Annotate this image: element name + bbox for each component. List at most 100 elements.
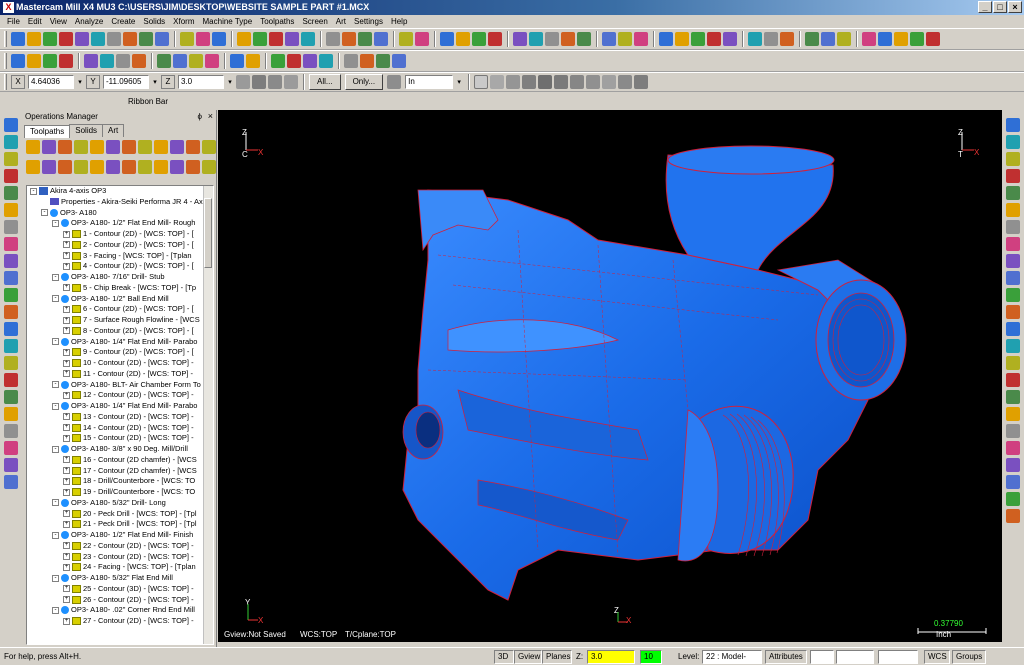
menu-edit[interactable]: Edit bbox=[24, 15, 46, 28]
select-all-button[interactable]: All... bbox=[309, 74, 341, 90]
mru-tool-icon[interactable] bbox=[1005, 203, 1020, 217]
operations-tool-icon[interactable] bbox=[90, 160, 104, 174]
menu-machine-type[interactable]: Machine Type bbox=[199, 15, 257, 28]
view-tool-icon[interactable] bbox=[3, 475, 18, 489]
toolbar-icon[interactable] bbox=[805, 32, 819, 46]
sketch-tool-icon[interactable] bbox=[116, 54, 130, 68]
tree-row[interactable]: - OP3- A180- 1/4" Flat End Mill- Parabo bbox=[27, 401, 203, 412]
toolbar-grip[interactable] bbox=[4, 31, 7, 47]
menu-view[interactable]: View bbox=[46, 15, 71, 28]
toolbar-icon[interactable] bbox=[91, 32, 105, 46]
expand-collapse-icon[interactable]: + bbox=[63, 488, 70, 496]
expand-collapse-icon[interactable]: - bbox=[52, 402, 59, 410]
mru-tool-icon[interactable] bbox=[1005, 152, 1020, 166]
mru-tool-icon[interactable] bbox=[1005, 186, 1020, 200]
verify-icon[interactable] bbox=[602, 75, 617, 89]
point-entry-icon[interactable] bbox=[268, 75, 282, 89]
tree-row[interactable]: +5 - Chip Break - [WCS: TOP] - [Tp bbox=[27, 283, 203, 294]
expand-collapse-icon[interactable]: - bbox=[52, 295, 59, 303]
view-tool-icon[interactable] bbox=[3, 424, 18, 438]
view-tool-icon[interactable] bbox=[3, 254, 18, 268]
tree-row[interactable]: +22 - Contour (2D) - [WCS: TOP] - bbox=[27, 541, 203, 552]
toolbar-icon[interactable] bbox=[59, 32, 73, 46]
tree-row[interactable]: +16 - Contour (2D chamfer) - [WCS bbox=[27, 455, 203, 466]
expand-collapse-icon[interactable]: + bbox=[63, 477, 70, 485]
sketch-tool-icon[interactable] bbox=[43, 54, 57, 68]
menu-settings[interactable]: Settings bbox=[350, 15, 387, 28]
select-arrow-icon[interactable] bbox=[490, 75, 505, 89]
color-selector[interactable]: 10 bbox=[640, 650, 662, 664]
expand-collapse-icon[interactable]: + bbox=[63, 424, 70, 432]
view-tool-icon[interactable] bbox=[3, 322, 18, 336]
menu-file[interactable]: File bbox=[3, 15, 24, 28]
chevron-down-icon[interactable]: ▾ bbox=[454, 78, 464, 86]
toolbar-icon[interactable] bbox=[862, 32, 876, 46]
sketch-tool-icon[interactable] bbox=[376, 54, 390, 68]
sketch-tool-icon[interactable] bbox=[84, 54, 98, 68]
view-tool-icon[interactable] bbox=[3, 339, 18, 353]
operations-tool-icon[interactable] bbox=[106, 140, 120, 154]
operations-tool-icon[interactable] bbox=[202, 140, 216, 154]
expand-collapse-icon[interactable]: + bbox=[63, 241, 70, 249]
expand-collapse-icon[interactable]: + bbox=[63, 370, 70, 378]
help-icon[interactable] bbox=[284, 75, 298, 89]
tree-row[interactable]: +12 - Contour (2D) - [WCS: TOP] - bbox=[27, 390, 203, 401]
line-width-select[interactable] bbox=[878, 650, 918, 664]
solid-select-icon[interactable] bbox=[522, 75, 537, 89]
tree-row[interactable]: - Akira 4-axis OP3 bbox=[27, 186, 203, 197]
toolbar-icon[interactable] bbox=[659, 32, 673, 46]
expand-collapse-icon[interactable]: + bbox=[63, 316, 70, 324]
tree-row[interactable]: +27 - Contour (2D) - [WCS: TOP] - bbox=[27, 616, 203, 627]
tree-row[interactable]: +2 - Contour (2D) - [WCS: TOP] - [ bbox=[27, 240, 203, 251]
tree-row[interactable]: +9 - Contour (2D) - [WCS: TOP] - [ bbox=[27, 347, 203, 358]
mastercam-app-icon[interactable]: X bbox=[3, 2, 14, 13]
expand-collapse-icon[interactable]: - bbox=[41, 209, 48, 217]
toolbar-icon[interactable] bbox=[894, 32, 908, 46]
tree-row[interactable]: - OP3- A180- 5/32" Flat End Mill bbox=[27, 573, 203, 584]
tree-row[interactable]: +7 - Surface Rough Flowline - [WCS bbox=[27, 315, 203, 326]
operations-tool-icon[interactable] bbox=[138, 140, 152, 154]
view-tool-icon[interactable] bbox=[3, 271, 18, 285]
tree-row[interactable]: - OP3- A180- 1/2" Flat End Mill- Finish bbox=[27, 530, 203, 541]
expand-collapse-icon[interactable]: - bbox=[52, 574, 59, 582]
expand-collapse-icon[interactable]: - bbox=[52, 381, 59, 389]
sketch-tool-icon[interactable] bbox=[319, 54, 333, 68]
toolbar-grip[interactable] bbox=[4, 53, 7, 69]
expand-collapse-icon[interactable]: + bbox=[63, 520, 70, 528]
tree-row[interactable]: +13 - Contour (2D) - [WCS: TOP] - bbox=[27, 412, 203, 423]
tree-row[interactable]: +25 - Contour (3D) - [WCS: TOP] - bbox=[27, 584, 203, 595]
mru-tool-icon[interactable] bbox=[1005, 254, 1020, 268]
sketch-tool-icon[interactable] bbox=[360, 54, 374, 68]
operations-tool-icon[interactable] bbox=[74, 160, 88, 174]
view-tool-icon[interactable] bbox=[3, 356, 18, 370]
mru-tool-icon[interactable] bbox=[1005, 475, 1020, 489]
sketch-tool-icon[interactable] bbox=[173, 54, 187, 68]
mru-tool-icon[interactable] bbox=[1005, 220, 1020, 234]
pin-icon[interactable]: ϕ bbox=[198, 110, 202, 123]
view-tool-icon[interactable] bbox=[3, 390, 18, 404]
tree-row[interactable]: +17 - Contour (2D chamfer) - [WCS bbox=[27, 466, 203, 477]
view-tool-icon[interactable] bbox=[3, 305, 18, 319]
restore-button[interactable]: □ bbox=[993, 1, 1007, 13]
operations-tool-icon[interactable] bbox=[90, 140, 104, 154]
edge-select-icon[interactable] bbox=[570, 75, 585, 89]
tree-row[interactable]: - OP3- A180- 7/16" Drill- Stub bbox=[27, 272, 203, 283]
operations-tool-icon[interactable] bbox=[26, 160, 40, 174]
toolbar-icon[interactable] bbox=[456, 32, 470, 46]
selection-mode-select[interactable]: In bbox=[405, 75, 454, 89]
sketch-tool-icon[interactable] bbox=[287, 54, 301, 68]
fast-point-icon[interactable] bbox=[236, 75, 250, 89]
expand-collapse-icon[interactable]: + bbox=[63, 391, 70, 399]
toolbar-icon[interactable] bbox=[374, 32, 388, 46]
tab-art[interactable]: Art bbox=[102, 124, 125, 137]
mru-tool-icon[interactable] bbox=[1005, 390, 1020, 404]
view-tool-icon[interactable] bbox=[3, 373, 18, 387]
toolbar-icon[interactable] bbox=[11, 32, 25, 46]
menu-toolpaths[interactable]: Toolpaths bbox=[256, 15, 298, 28]
sketch-tool-icon[interactable] bbox=[27, 54, 41, 68]
cancel-select-icon[interactable] bbox=[618, 75, 633, 89]
view-tool-icon[interactable] bbox=[3, 288, 18, 302]
tree-row[interactable]: - OP3- A180- 3/8" x 90 Deg. Mill/Drill bbox=[27, 444, 203, 455]
tree-row[interactable]: - OP3- A180- 5/32" Drill- Long bbox=[27, 498, 203, 509]
tree-row[interactable]: +1 - Contour (2D) - [WCS: TOP] - [ bbox=[27, 229, 203, 240]
